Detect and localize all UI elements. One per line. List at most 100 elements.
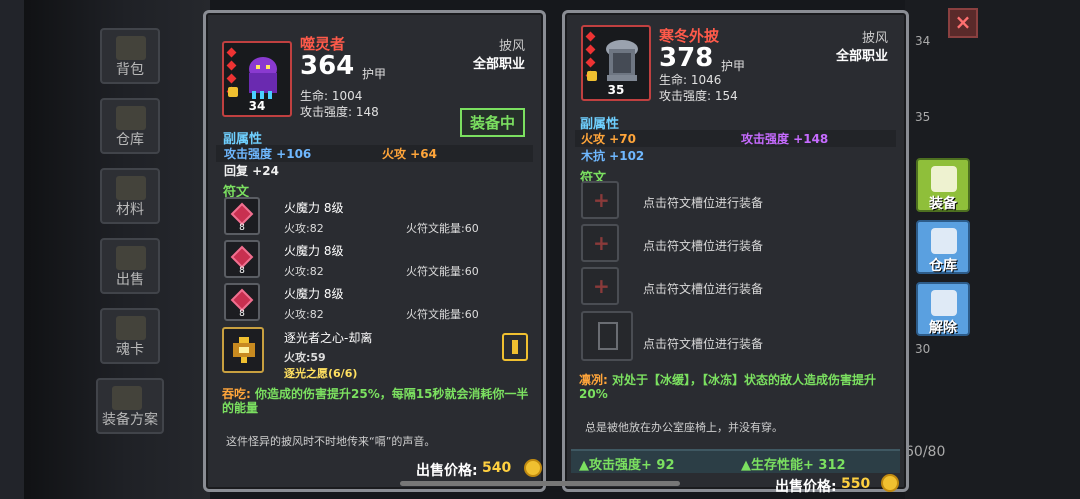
armor-value: 378 <box>659 43 714 73</box>
item-type: 披风 <box>498 39 525 54</box>
item-level: 35 <box>607 83 625 97</box>
close-icon: × <box>954 10 972 34</box>
empty-rune-slot[interactable]: + <box>581 181 619 219</box>
armor-label: 护甲 <box>721 59 746 73</box>
item-type: 披风 <box>861 31 888 46</box>
stat-gain-bar: ▲攻击强度+ 92 ▲生存性能+ 312 <box>571 449 900 473</box>
shirt-icon <box>931 166 957 192</box>
item-header: 34 噬灵者 364 护甲 生命: 1004 攻击强度: 148 披风 全部职业… <box>214 21 535 137</box>
equip-button[interactable]: 装备 <box>916 158 970 212</box>
plus-icon: + <box>593 188 610 212</box>
tab-backpack[interactable]: 背包 <box>100 28 160 84</box>
effect-name: 吞吃: <box>222 387 251 401</box>
tab-materials[interactable]: 材料 <box>100 168 160 224</box>
tab-sell[interactable]: 出售 <box>100 238 160 294</box>
rune-stat: 火符文能量:60 <box>406 308 479 321</box>
rune-set-bonus: 逐光之愿(6/6) <box>284 367 358 380</box>
backpack-icon <box>116 36 146 60</box>
substat-row: 回复 +24 <box>216 162 533 179</box>
substat: 攻击强度 +148 <box>741 132 829 146</box>
substat-row: 火攻 +70 攻击强度 +148 <box>575 130 896 147</box>
empty-special-rune-slot[interactable] <box>581 311 633 361</box>
rune-slot[interactable]: 8 <box>224 197 260 235</box>
rune-stat: 火符文能量:60 <box>406 222 479 235</box>
lock-icon <box>228 87 238 97</box>
store-label: 仓库 <box>929 258 957 274</box>
cloak-icon <box>249 57 277 99</box>
tab-soul-cards[interactable]: 魂卡 <box>100 308 160 364</box>
coin-icon <box>881 474 899 492</box>
rune-name: 火魔力 8级 <box>284 201 344 215</box>
rune-slot-hint: 点击符文槽位进行装备 <box>643 282 764 296</box>
home-indicator <box>400 481 680 486</box>
rune-lock-button[interactable] <box>502 333 528 361</box>
price-value: 540 <box>482 460 512 476</box>
bg-slot-level: 35 <box>915 110 931 124</box>
empty-rune-slot[interactable]: + <box>581 224 619 262</box>
rune-slot[interactable]: 8 <box>224 283 260 321</box>
rune-slot[interactable]: 8 <box>224 240 260 278</box>
attack-stat: 攻击强度: 148 <box>300 105 379 119</box>
attack-gain-text: 攻击强度+ 92 <box>589 458 675 473</box>
unequip-button[interactable]: 解除 <box>916 282 970 336</box>
price-label: 出售价格: <box>775 479 837 495</box>
empty-rune-icon <box>598 322 618 350</box>
effect-name: 凛冽: <box>579 373 608 387</box>
price-value: 550 <box>841 476 871 492</box>
rune-stat: 火符文能量:60 <box>406 265 479 278</box>
equip-label: 装备 <box>929 196 957 212</box>
item-icon-frame: 35 <box>581 25 651 101</box>
substat-row: 木抗 +102 <box>575 147 896 164</box>
rune-stat: 火攻:59 <box>284 351 326 364</box>
lightbringer-rune-icon <box>233 337 255 363</box>
rune-stat: 火攻:82 <box>284 308 324 321</box>
armor-value: 364 <box>300 51 355 81</box>
equipment-plan-icon <box>112 386 142 410</box>
cloak-icon <box>606 40 638 81</box>
survival-gain-text: 生存性能+ 312 <box>751 458 846 473</box>
special-effect: 凛冽: 对处于【冰缓】，【冰冻】状态的敌人造成伤害提升20% <box>579 373 897 401</box>
rune-slot-hint: 点击符文槽位进行装备 <box>643 196 764 210</box>
special-rune-slot[interactable] <box>222 327 264 373</box>
empty-rune-slot[interactable]: + <box>581 267 619 305</box>
unlock-icon <box>931 290 957 316</box>
coin-icon <box>524 459 542 477</box>
warehouse-icon <box>931 228 957 254</box>
substat: 木抗 +102 <box>581 149 645 163</box>
tab-warehouse[interactable]: 仓库 <box>100 98 160 154</box>
substat: 回复 +24 <box>224 164 279 178</box>
armor-label: 护甲 <box>362 67 387 81</box>
price-label: 出售价格: <box>416 463 478 479</box>
attack-stat: 攻击强度: 154 <box>659 89 738 103</box>
rune-name: 火魔力 8级 <box>284 287 344 301</box>
equipped-item-panel: 34 噬灵者 364 护甲 生命: 1004 攻击强度: 148 披风 全部职业… <box>203 10 546 492</box>
special-effect: 吞吃: 你造成的伤害提升25%，每隔15秒就会消耗你一半的能量 <box>222 387 532 415</box>
equipped-badge: 装备中 <box>459 108 525 137</box>
inventory-capacity: 60/80 <box>905 444 946 460</box>
substat: 火攻 +70 <box>581 132 636 146</box>
rune-name: 逐光者之心-却离 <box>284 331 373 345</box>
item-class: 全部职业 <box>835 49 888 64</box>
fire-rune-icon <box>230 245 254 269</box>
compare-item-panel: 35 寒冬外披 378 护甲 生命: 1046 攻击强度: 154 披风 全部职… <box>562 10 909 495</box>
tab-equipment-plan[interactable]: 装备方案 <box>96 378 164 434</box>
rune-level: 8 <box>239 223 245 233</box>
rune-name: 火魔力 8级 <box>284 244 344 258</box>
rune-slot-hint: 点击符文槽位进行装备 <box>643 239 764 253</box>
fire-rune-icon <box>230 202 254 226</box>
hp-stat: 生命: 1004 <box>300 89 363 103</box>
attack-gain: ▲攻击强度+ 92 <box>579 458 675 473</box>
substat-row: 攻击强度 +106 火攻 +64 <box>216 145 533 162</box>
fire-rune-icon <box>230 288 254 312</box>
rune-stat: 火攻:82 <box>284 222 324 235</box>
substat: 火攻 +64 <box>382 147 437 161</box>
store-button[interactable]: 仓库 <box>916 220 970 274</box>
substat: 攻击强度 +106 <box>224 147 312 161</box>
item-level: 34 <box>248 99 266 113</box>
left-edge <box>0 0 24 499</box>
materials-icon <box>116 176 146 200</box>
lock-icon <box>587 71 597 81</box>
unequip-label: 解除 <box>929 320 957 336</box>
close-button[interactable]: × <box>948 8 978 38</box>
flavor-text: 总是被他放在办公室座椅上，并没有穿。 <box>585 421 783 434</box>
